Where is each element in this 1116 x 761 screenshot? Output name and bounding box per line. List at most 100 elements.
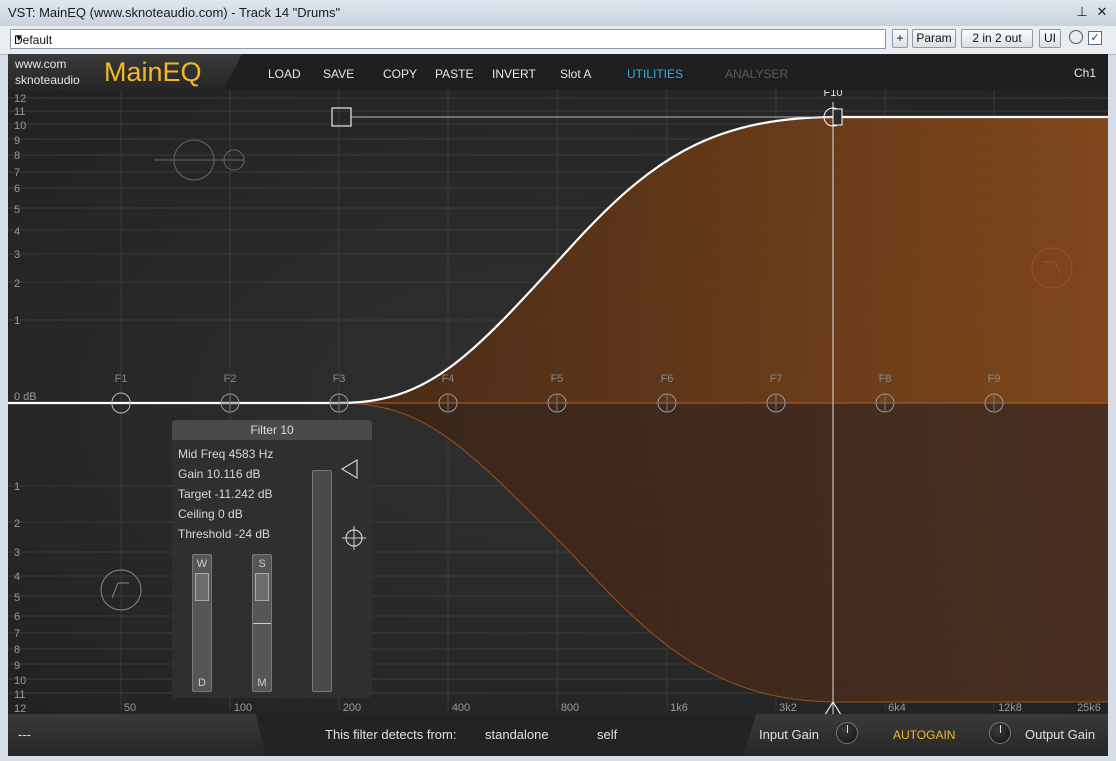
db-label: 11 <box>14 106 25 118</box>
filter-label: F7 <box>770 373 783 385</box>
slider-label-bottom: D <box>198 677 206 689</box>
app-name: MainEQ <box>104 57 202 87</box>
detect-target-option[interactable]: self <box>597 727 617 742</box>
routing-button[interactable]: 2 in 2 out <box>961 29 1033 48</box>
db-label: 3 <box>14 249 20 261</box>
slot-selector[interactable]: Slot A <box>560 67 591 81</box>
input-gain-knob[interactable] <box>836 722 858 744</box>
utilities-button[interactable]: UTILITIES <box>627 67 683 81</box>
db-label: 3 <box>14 547 20 559</box>
filter-label: F2 <box>224 373 237 385</box>
slider-center-mark <box>253 623 271 624</box>
host-toolbar: Default ▼ + Param 2 in 2 out UI ✓ <box>0 26 1116 55</box>
filter-panel-title: Filter 10 <box>172 420 372 440</box>
filter-label-f10: F10 <box>824 90 843 99</box>
slider-label-top: W <box>196 558 208 570</box>
invert-button[interactable]: INVERT <box>492 67 536 81</box>
brand-line-1: www.com <box>15 57 67 71</box>
ui-button[interactable]: UI <box>1039 29 1061 48</box>
target-readout[interactable]: Target -11.242 dB <box>178 487 273 501</box>
status-text: --- <box>18 727 31 742</box>
filter-label: F5 <box>551 373 564 385</box>
enable-checkbox[interactable]: ✓ <box>1088 31 1102 45</box>
db-label: 1 <box>14 315 20 327</box>
db-label: 7 <box>14 167 20 179</box>
db-label: 10 <box>14 675 26 687</box>
db-label: 12 <box>14 93 26 105</box>
freq-label: 50 <box>124 702 136 714</box>
freq-label: 200 <box>343 702 361 714</box>
db-label: 9 <box>14 135 20 147</box>
freq-label: 6k4 <box>888 702 906 714</box>
filter-label: F3 <box>333 373 346 385</box>
collapse-triangle-icon[interactable] <box>340 458 360 480</box>
wet-dry-slider[interactable]: W D <box>192 554 212 692</box>
close-icon[interactable]: ✕ <box>1094 4 1110 20</box>
freq-label: 800 <box>561 702 579 714</box>
db-label: 6 <box>14 611 20 623</box>
db-label: 5 <box>14 204 20 216</box>
output-gain-label: Output Gain <box>1025 727 1096 742</box>
db-label: 8 <box>14 644 20 656</box>
db-label: 7 <box>14 628 20 640</box>
freq-label: 400 <box>452 702 470 714</box>
bypass-knob-icon[interactable] <box>1069 30 1083 44</box>
detects-label: This filter detects from: <box>325 727 457 742</box>
slider-handle[interactable] <box>255 573 269 601</box>
filter-label: F1 <box>115 373 128 385</box>
db-label: 5 <box>14 592 20 604</box>
db-label: 8 <box>14 150 20 162</box>
freq-label: 1k6 <box>670 702 688 714</box>
side-mid-slider[interactable]: S M <box>252 554 272 692</box>
chevron-down-icon: ▼ <box>14 33 24 44</box>
filter-label: F8 <box>879 373 892 385</box>
db-label: 2 <box>14 518 20 530</box>
add-preset-button[interactable]: + <box>892 29 908 48</box>
filter-panel: Filter 10 Mid Freq 4583 Hz Gain 10.116 d… <box>172 420 372 698</box>
footer-left-tab <box>8 714 266 756</box>
slider-label-bottom: M <box>257 677 267 689</box>
db-label: 1 <box>14 481 20 493</box>
analyser-button[interactable]: ANALYSER <box>725 67 788 81</box>
db-label: 9 <box>14 660 20 672</box>
db-label: 4 <box>14 226 20 238</box>
channel-label: Ch1 <box>1073 66 1096 80</box>
filter-label: F9 <box>988 373 1001 385</box>
input-gain-label: Input Gain <box>759 727 819 742</box>
freq-label: 100 <box>234 702 252 714</box>
brand-line-2: sknoteaudio <box>15 73 80 87</box>
param-button[interactable]: Param <box>912 29 956 48</box>
paste-button[interactable]: PASTE <box>435 67 473 81</box>
filter-label: F4 <box>442 373 455 385</box>
level-meter <box>312 470 332 692</box>
pin-icon[interactable]: ⊥ <box>1074 4 1090 20</box>
save-button[interactable]: SAVE <box>323 67 354 81</box>
ceiling-readout[interactable]: Ceiling 0 dB <box>178 507 243 521</box>
target-crosshair-icon[interactable] <box>340 524 368 552</box>
threshold-readout[interactable]: Threshold -24 dB <box>178 527 270 541</box>
plugin-area: www.com sknoteaudio MainEQ LOAD SAVE COP… <box>8 54 1108 756</box>
load-button[interactable]: LOAD <box>268 67 301 81</box>
filter-label: F6 <box>661 373 674 385</box>
zero-db-label: 0 dB <box>14 391 37 403</box>
plugin-footer: --- This filter detects from: standalone… <box>8 714 1108 756</box>
slider-handle[interactable] <box>195 573 209 601</box>
detect-source-option[interactable]: standalone <box>485 727 549 742</box>
db-label: 2 <box>14 278 20 290</box>
freq-label: 25k6 <box>1077 702 1101 714</box>
db-label: 4 <box>14 571 20 583</box>
window-titlebar: VST: MainEQ (www.sknoteaudio.com) - Trac… <box>0 0 1116 27</box>
autogain-button[interactable]: AUTOGAIN <box>893 728 955 742</box>
mid-freq-readout[interactable]: Mid Freq 4583 Hz <box>178 447 273 461</box>
plugin-header: www.com sknoteaudio MainEQ LOAD SAVE COP… <box>8 54 1108 90</box>
preset-select[interactable]: Default ▼ <box>10 29 886 49</box>
db-label: 10 <box>14 120 26 132</box>
output-gain-knob[interactable] <box>989 722 1011 744</box>
window-title: VST: MainEQ (www.sknoteaudio.com) - Trac… <box>8 5 341 20</box>
db-label: 11 <box>14 689 25 701</box>
freq-label: 12k8 <box>998 702 1022 714</box>
db-label: 6 <box>14 183 20 195</box>
gain-readout[interactable]: Gain 10.116 dB <box>178 467 261 481</box>
copy-button[interactable]: COPY <box>383 67 417 81</box>
slider-label-top: S <box>258 558 266 570</box>
